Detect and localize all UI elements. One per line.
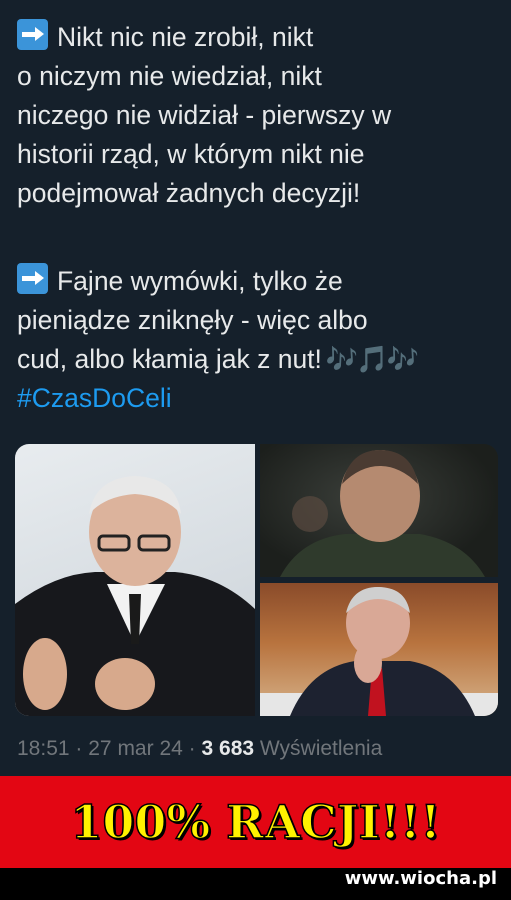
hashtag-link[interactable]: #CzasDoCeli bbox=[17, 379, 497, 418]
tweet-line: o niczym nie wiedział, nikt bbox=[17, 61, 322, 91]
separator: · bbox=[188, 737, 196, 760]
tweet-line: podejmował żadnych decyzji! bbox=[17, 178, 361, 208]
tweet-paragraph-1: Nikt nic nie zrobił, nikt o niczym nie w… bbox=[17, 18, 497, 213]
right-arrow-icon bbox=[17, 263, 48, 294]
tweet: Nikt nic nie zrobił, nikt o niczym nie w… bbox=[0, 0, 511, 776]
musical-notes-icon: 🎶🎵🎶 bbox=[325, 344, 419, 374]
tweet-line: niczego nie widział - pierwszy w bbox=[17, 100, 392, 130]
tweet-time[interactable]: 18:51 bbox=[17, 737, 70, 760]
tweet-line: historii rząd, w którym nikt nie bbox=[17, 139, 365, 169]
photo-man-in-suit-gesturing[interactable] bbox=[15, 444, 255, 716]
banner-text: 100% RACJI!!! bbox=[70, 794, 442, 850]
tweet-media-grid[interactable] bbox=[15, 444, 498, 716]
tweet-line: cud, albo kłamią jak z nut! 🎶🎵🎶 bbox=[17, 340, 497, 379]
separator: · bbox=[75, 737, 83, 760]
footer-bar: www.wiocha.pl bbox=[0, 868, 511, 900]
tweet-line-text: Nikt nic nie zrobił, nikt bbox=[57, 22, 314, 52]
site-watermark: www.wiocha.pl bbox=[344, 868, 497, 889]
views-label: Wyświetlenia bbox=[259, 737, 383, 760]
tweet-line-text: cud, albo kłamią jak z nut! bbox=[17, 344, 322, 374]
tweet-line: Fajne wymówki, tylko że bbox=[17, 262, 497, 301]
tweet-line: Nikt nic nie zrobił, nikt bbox=[17, 18, 497, 57]
tweet-paragraph-2: Fajne wymówki, tylko że pieniądze zniknę… bbox=[17, 262, 497, 418]
photo-man-at-night[interactable] bbox=[260, 444, 498, 577]
right-arrow-icon bbox=[17, 19, 48, 50]
tweet-line: pieniądze zniknęły - więc albo bbox=[17, 305, 368, 335]
tweet-date[interactable]: 27 mar 24 bbox=[88, 737, 183, 760]
tweet-line-text: Fajne wymówki, tylko że bbox=[57, 266, 343, 296]
tweet-metadata: 18:51 · 27 mar 24 · 3 683 Wyświetlenia bbox=[17, 737, 382, 761]
photo-man-hand-on-chin[interactable] bbox=[260, 583, 498, 716]
caption-banner: 100% RACJI!!! bbox=[0, 776, 511, 868]
views-count: 3 683 bbox=[201, 737, 255, 760]
